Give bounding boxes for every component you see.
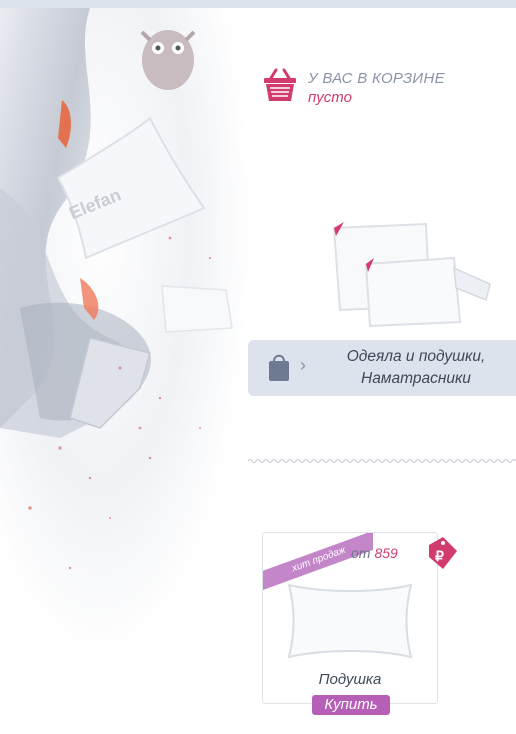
cart-widget[interactable]: У ВАС В КОРЗИНЕ пусто — [262, 68, 502, 108]
ruble-tag-icon: ₽ — [429, 537, 457, 569]
basket-icon — [264, 68, 296, 101]
price-value: 859 — [374, 545, 398, 561]
product-card[interactable]: хит продаж от 859 ₽ Подушка — [262, 532, 457, 704]
owl-toy-icon — [140, 30, 196, 90]
category-link[interactable]: › Одеяла и подушки, Наматрасники — [248, 340, 516, 396]
category-line2: Наматрасники — [361, 370, 471, 387]
chevron-right-icon: › — [300, 355, 306, 375]
svg-text:₽: ₽ — [435, 548, 444, 564]
cart-status: пусто — [308, 89, 352, 106]
wavy-divider — [248, 459, 516, 463]
product-name[interactable]: Подушка — [263, 671, 437, 688]
category-line1: Одеяла и подушки, — [346, 348, 486, 365]
shopping-bag-icon — [269, 354, 289, 381]
pillows-category-image[interactable] — [326, 218, 496, 330]
category-label: Одеяла и подушки, Наматрасники — [316, 346, 516, 390]
cart-title: У ВАС В КОРЗИНЕ — [308, 70, 445, 87]
buy-button[interactable]: Купить — [312, 695, 390, 715]
pillow-product-image[interactable] — [283, 579, 417, 663]
hero-illustration: Elefan — [0, 8, 250, 734]
product-price: от 859 — [351, 545, 398, 561]
price-prefix: от — [351, 545, 371, 561]
top-bar — [0, 0, 516, 8]
